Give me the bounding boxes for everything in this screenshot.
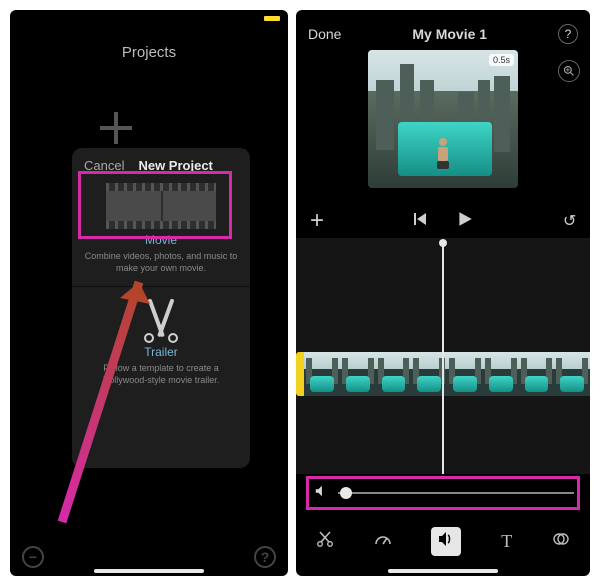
projects-footer: − ? [10, 546, 288, 568]
new-project-sheet: Cancel New Project Movie Combine videos,… [72, 148, 250, 468]
movie-option[interactable]: Movie Combine videos, photos, and music … [72, 173, 250, 286]
skip-back-icon [412, 211, 428, 227]
help-button[interactable]: ? [254, 546, 276, 568]
text-tool[interactable]: T [501, 531, 512, 552]
volume-track[interactable] [338, 492, 574, 494]
speed-tool[interactable] [374, 530, 392, 553]
delete-button[interactable]: − [22, 546, 44, 568]
overlap-circles-icon [552, 530, 570, 548]
clip-thumb[interactable] [447, 352, 483, 396]
editor-topbar: Done My Movie 1 ? [296, 10, 590, 44]
transport-row: + ↻ [296, 204, 590, 238]
scissors-icon [316, 530, 334, 548]
speaker-icon [314, 484, 328, 503]
clip-thumb[interactable] [376, 352, 412, 396]
scissors-icon [136, 297, 186, 341]
clip-handle[interactable] [296, 352, 304, 396]
filters-tool[interactable] [552, 530, 570, 553]
clip-thumb[interactable] [304, 352, 340, 396]
filmstrip-icon [106, 183, 216, 229]
editor-screen: Done My Movie 1 ? 0.5s + [296, 10, 590, 576]
speedometer-icon [374, 530, 392, 548]
play-button[interactable] [456, 210, 474, 233]
prev-frame-button[interactable] [412, 211, 428, 232]
new-project-plus-icon[interactable] [96, 108, 136, 148]
sheet-title: New Project [138, 158, 212, 173]
undo-button[interactable]: ↻ [563, 211, 576, 231]
clip-thumb[interactable] [519, 352, 555, 396]
status-accent [264, 16, 280, 21]
play-icon [456, 210, 474, 228]
video-preview[interactable]: 0.5s [368, 50, 518, 188]
trailer-option[interactable]: Trailer Follow a template to create a Ho… [72, 287, 250, 398]
add-media-button[interactable]: + [310, 207, 324, 235]
magnifier-icon [563, 65, 575, 77]
volume-area [296, 476, 590, 516]
clip-thumb[interactable] [554, 352, 590, 396]
projects-screen: Projects Cancel New Project Movie Combin… [10, 10, 288, 576]
timeline[interactable] [296, 238, 590, 474]
projects-header: Projects [10, 44, 288, 61]
option-divider [72, 286, 250, 287]
home-indicator [388, 569, 498, 573]
movie-option-label: Movie [82, 233, 240, 247]
tutorial-composite: Projects Cancel New Project Movie Combin… [0, 0, 600, 586]
sheet-header: Cancel New Project [72, 148, 250, 173]
home-indicator [94, 569, 204, 573]
done-button[interactable]: Done [308, 26, 341, 42]
clip-thumb[interactable] [340, 352, 376, 396]
volume-knob[interactable] [340, 487, 352, 499]
zoom-button[interactable] [558, 60, 580, 82]
tool-bar: T [296, 524, 590, 558]
movie-title: My Movie 1 [412, 26, 487, 42]
cut-tool[interactable] [316, 530, 334, 553]
audio-tool[interactable] [431, 527, 461, 556]
help-button[interactable]: ? [558, 24, 578, 44]
clip-duration-badge: 0.5s [489, 54, 514, 66]
cancel-button[interactable]: Cancel [84, 158, 124, 173]
trailer-option-desc: Follow a template to create a Hollywood-… [82, 362, 240, 386]
trailer-option-label: Trailer [82, 345, 240, 359]
movie-option-desc: Combine videos, photos, and music to mak… [82, 250, 240, 274]
clip-thumb[interactable] [483, 352, 519, 396]
speaker-icon [437, 530, 455, 548]
